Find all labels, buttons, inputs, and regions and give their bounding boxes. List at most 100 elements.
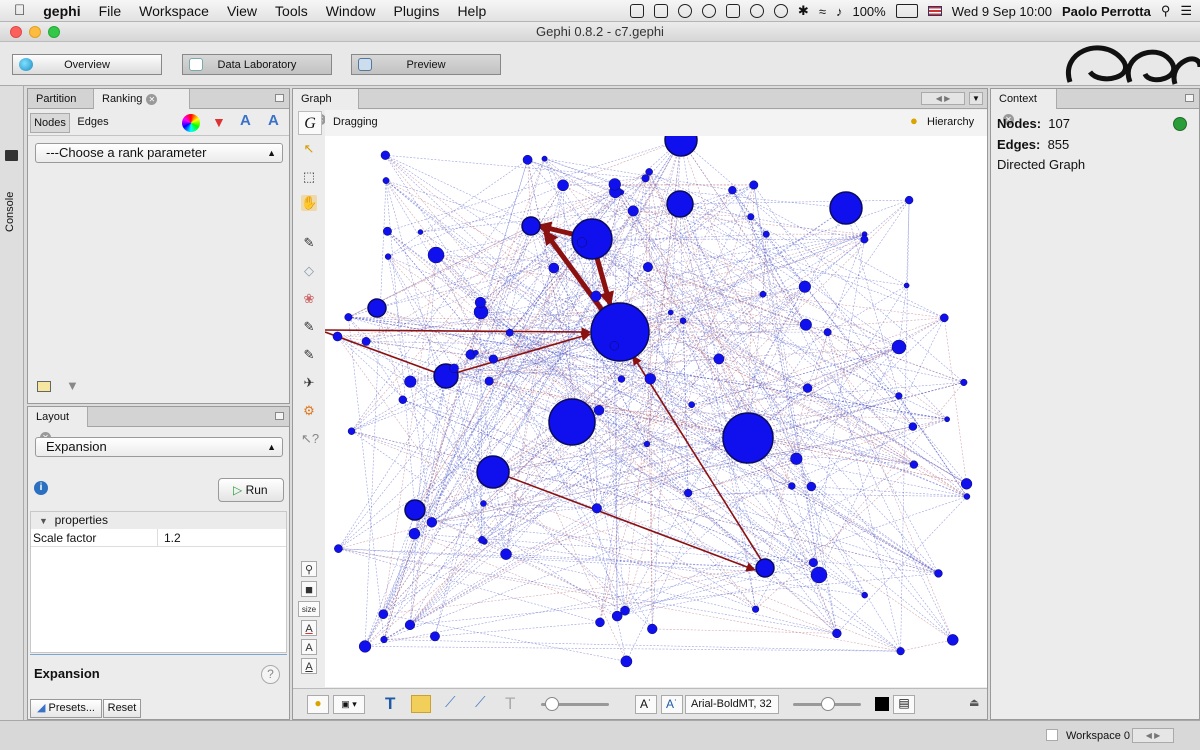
node-pencil-icon[interactable]: ✎ xyxy=(301,347,317,363)
lightbulb-icon[interactable]: ● xyxy=(307,695,329,714)
us-flag-icon[interactable] xyxy=(927,6,942,16)
subtab-nodes[interactable]: Nodes xyxy=(30,113,70,133)
graph-node[interactable] xyxy=(557,179,569,192)
graph-node[interactable] xyxy=(593,405,605,416)
graph-node[interactable] xyxy=(728,186,737,195)
notification-center-icon[interactable]: ☰ xyxy=(1180,3,1192,19)
graph-node[interactable] xyxy=(590,302,650,362)
graph-svg[interactable] xyxy=(325,136,987,687)
status-ok-icon[interactable] xyxy=(1173,117,1187,131)
pointer-tool-icon[interactable]: ↖ xyxy=(301,141,317,157)
graph-node[interactable] xyxy=(802,383,813,393)
graph-node[interactable] xyxy=(449,363,459,373)
graph-node[interactable] xyxy=(417,229,424,235)
graph-node[interactable] xyxy=(384,253,392,260)
graph-node[interactable] xyxy=(472,349,479,356)
graph-node[interactable] xyxy=(478,536,486,544)
graph-node[interactable] xyxy=(521,216,541,236)
graph-node[interactable] xyxy=(891,339,907,355)
show-labels-icon[interactable]: T xyxy=(385,694,395,714)
presets-button[interactable]: ◢ Presets... xyxy=(30,699,102,718)
minimize-window-button[interactable] xyxy=(29,26,41,38)
minimize-panel-button[interactable] xyxy=(1185,94,1194,102)
menu-workspace[interactable]: Workspace xyxy=(139,3,209,19)
background-color-icon[interactable]: ■ xyxy=(301,581,317,597)
graph-node[interactable] xyxy=(571,218,613,260)
graph-node[interactable] xyxy=(679,317,687,325)
highlight-edges-icon[interactable] xyxy=(411,695,431,713)
workspace-label[interactable]: Workspace 0 xyxy=(1066,730,1130,742)
airplane-icon[interactable]: ✈ xyxy=(301,375,317,391)
time-machine-icon[interactable] xyxy=(773,4,788,18)
graph-node[interactable] xyxy=(963,493,971,500)
size-button[interactable]: size xyxy=(298,601,320,617)
graph-node[interactable] xyxy=(832,628,842,639)
graph-node[interactable] xyxy=(380,635,388,644)
minimize-panel-button[interactable] xyxy=(275,412,284,420)
graph-node[interactable] xyxy=(430,631,440,642)
preview-button[interactable]: Preview xyxy=(351,54,501,75)
pencil-icon[interactable]: ✎ xyxy=(301,235,317,251)
graph-node[interactable] xyxy=(896,647,905,656)
label-color-swatch[interactable] xyxy=(875,697,889,711)
label-attributes-icon[interactable]: ▤ xyxy=(893,695,915,714)
wifi-icon[interactable]: ≈ xyxy=(819,4,826,19)
graph-node[interactable] xyxy=(684,488,693,498)
graph-node[interactable] xyxy=(408,528,421,540)
graph-node[interactable] xyxy=(722,412,774,464)
menu-view[interactable]: View xyxy=(227,3,257,19)
graph-node[interactable] xyxy=(647,623,658,635)
graph-node[interactable] xyxy=(627,205,639,217)
graph-node[interactable] xyxy=(747,213,755,221)
graph-node[interactable] xyxy=(790,452,803,465)
zoom-magnifier-icon[interactable]: ⚲ xyxy=(301,561,317,577)
menu-file[interactable]: File xyxy=(99,3,122,19)
menu-tools[interactable]: Tools xyxy=(275,3,308,19)
graph-node[interactable] xyxy=(666,190,694,218)
overview-button[interactable]: Overview xyxy=(12,54,162,75)
label-size-icon[interactable]: A xyxy=(301,658,317,674)
graph-node[interactable] xyxy=(608,178,621,191)
font-selector[interactable]: Arial-BoldMT, 32 xyxy=(685,695,779,714)
graph-node[interactable] xyxy=(505,328,514,337)
graph-node[interactable] xyxy=(688,401,696,409)
graph-node[interactable] xyxy=(488,354,498,364)
reset-button[interactable]: Reset xyxy=(103,699,141,718)
graph-node[interactable] xyxy=(713,353,725,365)
graph-node[interactable] xyxy=(347,427,356,435)
graph-node[interactable] xyxy=(762,230,770,238)
graph-node[interactable] xyxy=(829,191,863,225)
graph-node[interactable] xyxy=(591,503,602,514)
tab-partition[interactable]: Partition xyxy=(28,89,94,109)
diamond-icon[interactable]: ◇ xyxy=(301,263,317,279)
label-color-icon[interactable]: A xyxy=(240,112,251,129)
graph-node[interactable] xyxy=(645,168,653,176)
label-font-icon[interactable]: A xyxy=(301,639,317,655)
layout-algorithm-select[interactable]: Expansion ▲ xyxy=(35,437,283,457)
properties-section-header[interactable]: ▼ properties xyxy=(31,512,286,529)
edge-scale-slider-knob[interactable] xyxy=(545,697,559,711)
tab-list-dropdown[interactable]: ▼ xyxy=(969,92,983,105)
workspace-nav-arrows[interactable]: ◀ ▶ xyxy=(1132,728,1174,743)
graph-edge-highlighted[interactable] xyxy=(325,331,446,378)
graph-node[interactable] xyxy=(798,280,811,293)
check-circle-icon[interactable] xyxy=(749,4,764,18)
info-icon[interactable]: i xyxy=(34,481,48,495)
graph-node[interactable] xyxy=(960,478,973,490)
terminal-icon[interactable] xyxy=(5,150,18,161)
property-row[interactable]: Scale factor 1.2 xyxy=(31,529,286,547)
graph-node[interactable] xyxy=(476,455,510,489)
tab-graph[interactable]: Graph✕ xyxy=(293,89,359,125)
tab-ranking[interactable]: Ranking ✕ xyxy=(94,89,190,109)
graph-node[interactable] xyxy=(404,499,426,521)
graph-node[interactable] xyxy=(643,440,651,448)
graph-node[interactable] xyxy=(548,262,560,274)
graph-node[interactable] xyxy=(576,237,588,248)
graph-node[interactable] xyxy=(474,296,486,308)
battery-icon[interactable] xyxy=(895,4,918,18)
graph-node[interactable] xyxy=(541,155,548,162)
graph-node[interactable] xyxy=(788,482,796,490)
label-color-icon[interactable]: A xyxy=(301,620,317,636)
graph-node[interactable] xyxy=(904,195,914,205)
graph-node[interactable] xyxy=(946,634,959,646)
